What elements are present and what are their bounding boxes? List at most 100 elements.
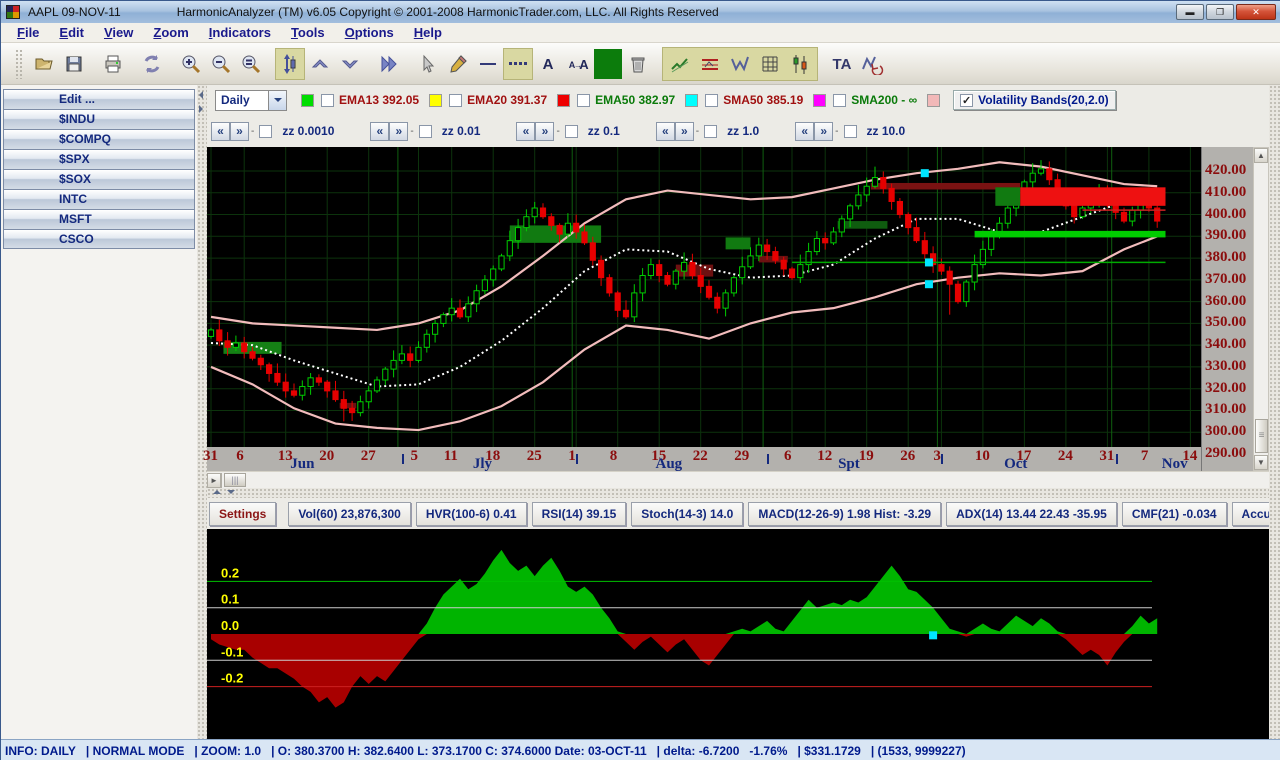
legend-item-sma50[interactable]: SMA50 385.19 (685, 93, 803, 107)
zz-checkbox[interactable] (418, 124, 432, 138)
legend-item-ema13[interactable]: EMA13 392.05 (301, 93, 419, 107)
trash-button[interactable] (623, 48, 653, 80)
tab-rsi[interactable]: RSI(14) 39.15 (531, 501, 627, 526)
zz-checkbox[interactable] (564, 124, 578, 138)
horizontal-splitter[interactable] (207, 488, 1280, 498)
zz-next-button[interactable]: » (535, 121, 555, 141)
cursor-button[interactable] (413, 48, 443, 80)
ta-button[interactable]: TA (827, 48, 857, 80)
refresh-button[interactable] (137, 48, 167, 80)
zz-prev-button[interactable]: « (211, 121, 230, 141)
zz-prev-button[interactable]: « (655, 121, 675, 141)
zz-prev-button[interactable]: « (795, 121, 815, 141)
right-resize-strip[interactable] (1269, 85, 1280, 739)
vertical-splitter[interactable] (197, 85, 207, 739)
legend-item-volatility[interactable]: ✓ Volatility Bands(20,2.0) (953, 90, 1116, 110)
color-swatch-button[interactable] (593, 48, 623, 80)
fast-forward-button[interactable] (374, 48, 404, 80)
legend-item-sma200[interactable]: SMA200 - ∞ (813, 93, 917, 107)
timeframe-combo[interactable]: Daily (215, 89, 287, 111)
menu-item-tools[interactable]: Tools (281, 25, 335, 40)
text-a-button[interactable]: A (533, 48, 563, 80)
collapse-left-icon[interactable] (199, 91, 203, 99)
scroll-right-icon[interactable]: ► (207, 473, 221, 488)
pattern-w-button[interactable] (725, 48, 755, 80)
tab-stoch[interactable]: Stoch(14-3) 14.0 (631, 501, 744, 526)
horizontal-scroll-thumb[interactable]: ||| (224, 473, 246, 487)
indicator-checkbox[interactable] (833, 93, 847, 107)
harmonic-levels-button[interactable] (695, 48, 725, 80)
collapse-down-icon[interactable] (227, 490, 235, 494)
menu-item-indicators[interactable]: Indicators (199, 25, 281, 40)
tab-adx[interactable]: ADX(14) 13.44 22.43 -35.95 (946, 501, 1117, 526)
tab-macd[interactable]: MACD(12-26-9) 1.98 Hist: -3.29 (748, 501, 942, 526)
tab-vol[interactable]: Vol(60) 23,876,300 (288, 501, 411, 526)
grid-button[interactable] (755, 48, 785, 80)
tab-hvr[interactable]: HVR(100-6) 0.41 (415, 501, 527, 526)
line-button[interactable] (473, 48, 503, 80)
menu-item-file[interactable]: File (7, 25, 49, 40)
zz-checkbox[interactable] (259, 124, 273, 138)
menu-item-help[interactable]: Help (404, 25, 452, 40)
print-button[interactable] (98, 48, 128, 80)
chevron-up-button[interactable] (305, 48, 335, 80)
legend-item-ema50[interactable]: EMA50 382.97 (557, 93, 675, 107)
close-button[interactable]: ✕ (1236, 4, 1276, 20)
zz-checkbox[interactable] (843, 124, 857, 138)
indicator-checkbox[interactable]: ✓ (960, 93, 974, 107)
zz-next-button[interactable]: » (230, 121, 249, 141)
vscale-button[interactable] (275, 47, 305, 80)
zz-prev-button[interactable]: « (516, 121, 536, 141)
legend-item-ema20[interactable]: EMA20 391.37 (429, 93, 547, 107)
sidebar-item-msft[interactable]: MSFT (3, 209, 195, 229)
dots-button[interactable] (503, 47, 533, 80)
zoom-reset-button[interactable] (236, 48, 266, 80)
scroll-up-icon[interactable]: ▲ (1254, 148, 1268, 163)
vertical-scroll-thumb[interactable] (1255, 419, 1268, 453)
candles-button[interactable] (785, 48, 815, 80)
menu-item-view[interactable]: View (94, 25, 143, 40)
indicator-checkbox[interactable] (705, 93, 719, 107)
collapse-right-icon[interactable] (199, 105, 203, 113)
text-resize-button[interactable]: A → A (563, 48, 593, 80)
scroll-down-icon[interactable]: ▼ (1254, 455, 1268, 470)
zz-next-button[interactable]: » (814, 121, 834, 141)
tab-cmf[interactable]: CMF(21) -0.034 (1121, 501, 1227, 526)
tab-settings[interactable]: Settings (209, 501, 277, 526)
sidebar-item-compq[interactable]: $COMPQ (3, 129, 195, 149)
zoom-out-button[interactable] (206, 48, 236, 80)
sidebar-item-edit[interactable]: Edit ... (3, 89, 195, 109)
sidebar-item-intc[interactable]: INTC (3, 189, 195, 209)
pattern-reload-button[interactable] (857, 48, 887, 80)
lower-indicator-panel[interactable]: 0.2 0.1 0.0 -0.1 -0.2 (207, 529, 1280, 739)
zz-next-button[interactable]: » (674, 121, 694, 141)
main-chart[interactable] (207, 147, 1201, 447)
indicator-label: EMA50 382.97 (595, 93, 676, 107)
menu-item-zoom[interactable]: Zoom (143, 25, 198, 40)
zoom-in-button[interactable] (176, 48, 206, 80)
maximize-button[interactable]: ❐ (1206, 4, 1234, 20)
toolbar-grip[interactable] (15, 48, 23, 79)
indicator-checkbox[interactable] (577, 93, 591, 107)
zz-checkbox[interactable] (704, 124, 718, 138)
sidebar-item-sox[interactable]: $SOX (3, 169, 195, 189)
chevron-down-icon[interactable] (268, 90, 286, 110)
trend-button[interactable] (665, 48, 695, 80)
chevron-down-button[interactable] (335, 48, 365, 80)
vertical-scrollbar[interactable]: ▲ ▼ (1253, 147, 1269, 471)
pencil-button[interactable] (443, 48, 473, 80)
menu-item-options[interactable]: Options (335, 25, 404, 40)
sidebar-item-csco[interactable]: CSCO (3, 229, 195, 249)
save-button[interactable] (59, 48, 89, 80)
sidebar-item-indu[interactable]: $INDU (3, 109, 195, 129)
zz-next-button[interactable]: » (389, 121, 409, 141)
indicator-checkbox[interactable] (321, 93, 334, 107)
menu-item-edit[interactable]: Edit (49, 25, 94, 40)
zz-prev-button[interactable]: « (370, 121, 390, 141)
indicator-checkbox[interactable] (449, 93, 463, 107)
collapse-up-icon[interactable] (213, 490, 221, 494)
open-button[interactable] (29, 48, 59, 80)
sidebar-item-spx[interactable]: $SPX (3, 149, 195, 169)
horizontal-scrollbar[interactable]: ◄ ||| ► (207, 471, 1269, 488)
minimize-button[interactable]: ▬ (1176, 4, 1204, 20)
